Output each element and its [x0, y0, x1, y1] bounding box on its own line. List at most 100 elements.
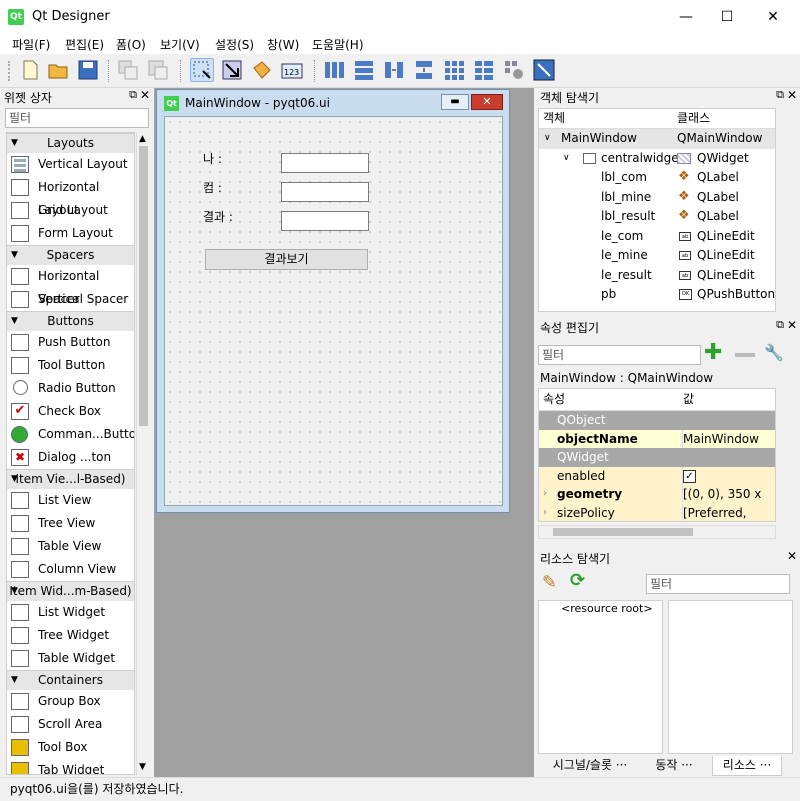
- menu-form[interactable]: 폼(O): [116, 36, 146, 53]
- form-canvas[interactable]: 나 : 컴 : 결과 : 결과보기: [164, 116, 503, 506]
- resource-tree[interactable]: <resource root>: [538, 600, 663, 754]
- property-hscrollbar[interactable]: [538, 525, 776, 539]
- float-icon[interactable]: ⧉: [776, 88, 784, 102]
- widget-command-link-button[interactable]: Comman...Button: [7, 423, 134, 446]
- form-close-icon[interactable]: ✕: [471, 94, 503, 110]
- edit-widgets-icon[interactable]: [190, 58, 214, 82]
- category-layouts[interactable]: ▼ Layouts: [7, 133, 134, 153]
- object-tree[interactable]: 객체 클래스 ∨ MainWindow QMainWindow ∨ centralwi…: [538, 108, 776, 312]
- widget-tool-button[interactable]: Tool Button: [7, 354, 134, 377]
- widget-tree-widget[interactable]: Tree Widget: [7, 624, 134, 647]
- widget-vertical-spacer[interactable]: Vertical Spacer: [7, 288, 134, 311]
- reload-icon[interactable]: ⟳: [570, 570, 585, 591]
- category-buttons[interactable]: ▼ Buttons: [7, 311, 134, 331]
- category-item-widgets[interactable]: ▼ Item Wid...m-Based): [7, 581, 134, 601]
- edit-tab-order-icon[interactable]: 123: [280, 58, 304, 82]
- object-row-pb[interactable]: pb OK QPushButton: [539, 285, 775, 305]
- layout-vertical-icon[interactable]: [352, 58, 376, 82]
- property-table[interactable]: 속성 값 QObject objectName MainWindow QWidge…: [538, 388, 776, 522]
- pb-button[interactable]: 결과보기: [205, 249, 368, 270]
- prop-objectname[interactable]: objectName MainWindow: [539, 429, 775, 448]
- close-icon[interactable]: ✕: [750, 0, 796, 34]
- le-mine[interactable]: [281, 153, 369, 173]
- add-property-icon[interactable]: ✚: [704, 342, 722, 364]
- tab-signal-slot[interactable]: 시그널/슬롯 ···: [540, 756, 640, 776]
- break-layout-icon[interactable]: [502, 58, 526, 82]
- object-row-centralwidget[interactable]: ∨ centralwidget QWidget: [539, 149, 775, 169]
- edit-resources-icon[interactable]: ✎: [542, 572, 557, 593]
- object-row-le-com[interactable]: le_com ab QLineEdit: [539, 227, 775, 247]
- remove-property-icon[interactable]: [735, 353, 755, 357]
- le-result[interactable]: [281, 211, 369, 231]
- configure-wrench-icon[interactable]: 🔧: [764, 343, 784, 362]
- widget-group-box[interactable]: Group Box: [7, 690, 134, 713]
- tab-actions[interactable]: 동작 ···: [644, 756, 704, 776]
- object-row-le-mine[interactable]: le_mine ab QLineEdit: [539, 246, 775, 266]
- widget-scroll-area[interactable]: Scroll Area: [7, 713, 134, 736]
- widget-horizontal-spacer[interactable]: Horizontal Spacer: [7, 265, 134, 306]
- save-icon[interactable]: [76, 58, 100, 82]
- object-row-lbl-mine[interactable]: lbl_mine ❖ QLabel: [539, 188, 775, 208]
- menu-window[interactable]: 창(W): [267, 36, 299, 53]
- widget-form-layout[interactable]: Form Layout: [7, 222, 134, 245]
- prop-enabled[interactable]: enabled ✓: [539, 466, 775, 485]
- group-qwidget[interactable]: QWidget: [539, 448, 775, 467]
- object-row-lbl-result[interactable]: lbl_result ❖ QLabel: [539, 207, 775, 227]
- widget-list-view[interactable]: List View: [7, 489, 134, 512]
- layout-v-splitter-icon[interactable]: [412, 58, 436, 82]
- minimize-icon[interactable]: —: [663, 0, 709, 34]
- widget-column-view[interactable]: Column View: [7, 558, 134, 581]
- widget-vertical-layout[interactable]: Vertical Layout: [7, 153, 134, 176]
- layout-h-splitter-icon[interactable]: [382, 58, 406, 82]
- form-window[interactable]: Qt MainWindow - pyqt06.ui ▬ ✕ 나 : 컴 : 결과…: [156, 89, 510, 513]
- close-dock-icon[interactable]: ✕: [140, 88, 150, 102]
- object-row-mainwindow[interactable]: ∨ MainWindow QMainWindow: [539, 129, 775, 149]
- menu-settings[interactable]: 설정(S): [215, 36, 254, 53]
- widget-tool-box[interactable]: Tool Box: [7, 736, 134, 759]
- widget-grid-layout[interactable]: Grid Layout: [7, 199, 134, 222]
- widget-tree-view[interactable]: Tree View: [7, 512, 134, 535]
- close-dock-icon[interactable]: ✕: [787, 88, 797, 102]
- new-file-icon[interactable]: [18, 58, 42, 82]
- close-dock-icon[interactable]: ✕: [787, 318, 797, 332]
- group-qobject[interactable]: QObject: [539, 411, 775, 430]
- menu-edit[interactable]: 편집(E): [65, 36, 104, 53]
- close-dock-icon[interactable]: ✕: [787, 549, 797, 563]
- widget-dialog-button-box[interactable]: ✖Dialog ...ton Box: [7, 446, 134, 487]
- resource-view[interactable]: [668, 600, 793, 754]
- layout-grid-icon[interactable]: [442, 58, 466, 82]
- le-com[interactable]: [281, 182, 369, 202]
- widget-filter-input[interactable]: 필터: [5, 108, 149, 128]
- category-containers[interactable]: ▼ Containers: [7, 670, 134, 690]
- widget-push-button[interactable]: Push Button: [7, 331, 134, 354]
- float-icon[interactable]: ⧉: [776, 318, 784, 332]
- adjust-size-icon[interactable]: [532, 58, 556, 82]
- widget-list-widget[interactable]: List Widget: [7, 601, 134, 624]
- property-filter-input[interactable]: 필터: [538, 345, 701, 365]
- widget-table-widget[interactable]: Table Widget: [7, 647, 134, 670]
- open-folder-icon[interactable]: [46, 58, 70, 82]
- lbl-mine[interactable]: 나 :: [203, 150, 222, 167]
- widget-table-view[interactable]: Table View: [7, 535, 134, 558]
- menu-help[interactable]: 도움말(H): [312, 36, 364, 53]
- object-row-lbl-com[interactable]: lbl_com ❖ QLabel: [539, 168, 775, 188]
- float-icon[interactable]: ⧉: [129, 88, 137, 102]
- widget-horizontal-layout[interactable]: Horizontal Layout: [7, 176, 134, 217]
- widget-check-box[interactable]: ✔ Check Box: [7, 400, 134, 423]
- enabled-checkbox[interactable]: ✓: [683, 469, 696, 483]
- widget-radio-button[interactable]: Radio Button: [7, 377, 134, 400]
- maximize-icon[interactable]: ☐: [704, 0, 750, 34]
- resource-root-item[interactable]: <resource root>: [561, 602, 653, 615]
- edit-buddies-icon[interactable]: [250, 58, 274, 82]
- edit-signals-icon[interactable]: [220, 58, 244, 82]
- category-spacers[interactable]: ▼ Spacers: [7, 245, 134, 265]
- tab-resources[interactable]: 리소스 ···: [712, 756, 782, 776]
- category-item-views[interactable]: ▼ Item Vie...l-Based): [7, 469, 134, 489]
- form-minimize-icon[interactable]: ▬: [441, 94, 469, 110]
- prop-geometry[interactable]: ›geometry[(0, 0), 350 x 4...: [539, 485, 775, 519]
- prop-sizepolicy[interactable]: ›sizePolicy[Preferred, Pref...: [539, 503, 775, 521]
- widget-list-scrollbar[interactable]: ▲ ▼: [136, 132, 150, 775]
- resource-filter-input[interactable]: 필터: [646, 574, 790, 594]
- lbl-com[interactable]: 컴 :: [203, 179, 222, 196]
- widget-tab-widget[interactable]: Tab Widget: [7, 759, 134, 774]
